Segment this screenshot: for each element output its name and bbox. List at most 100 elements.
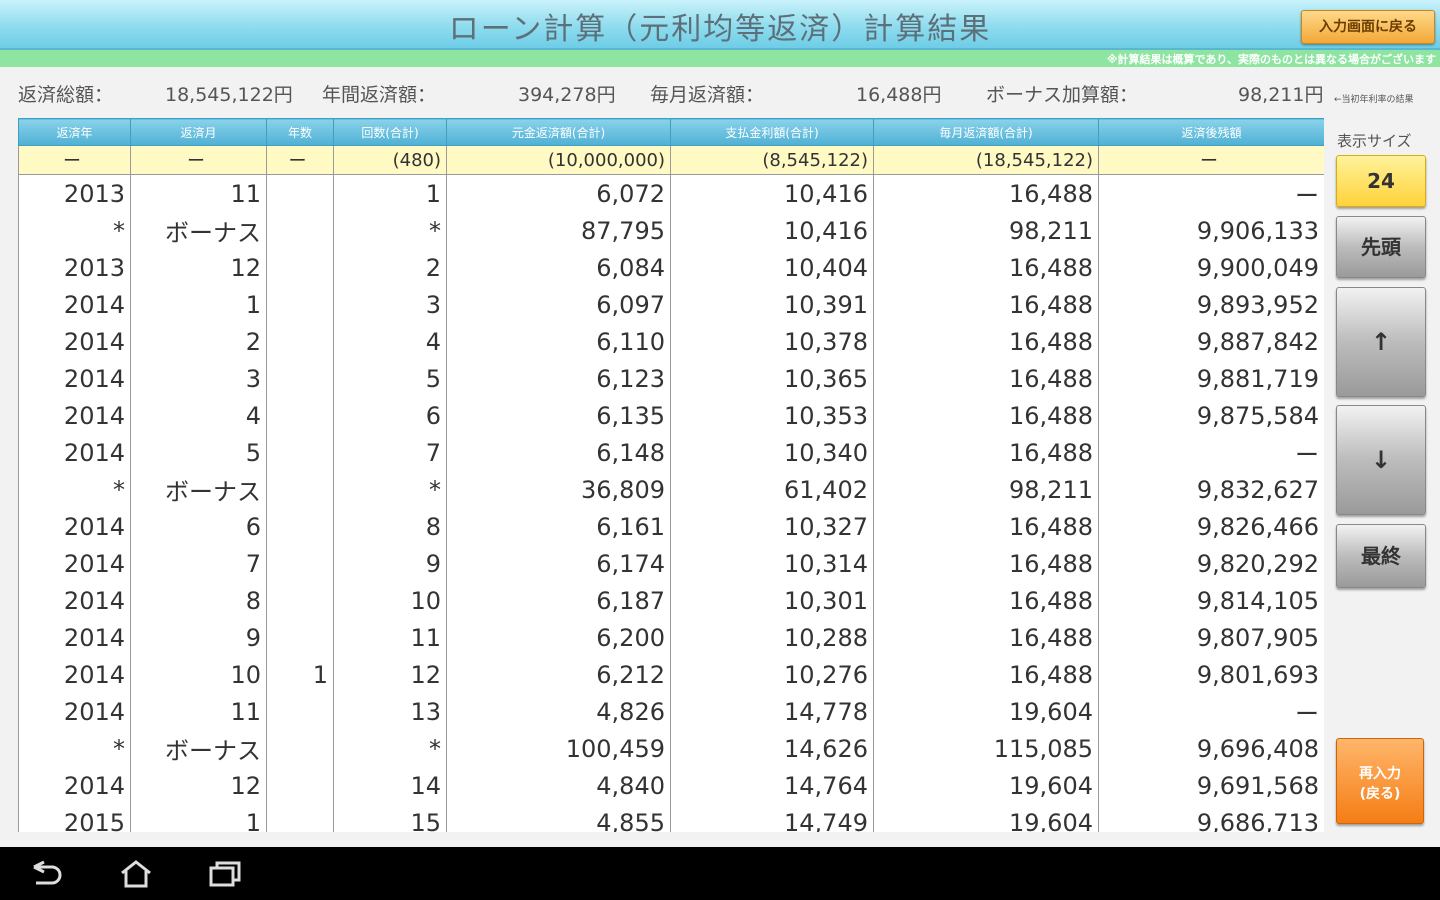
cell-year: * (18, 730, 131, 767)
cell-month: ボーナス (130, 212, 267, 249)
title-bar: ローン計算（元利均等返済）計算結果 入力画面に戻る (0, 0, 1440, 50)
col-header-count: 回数(合計) (333, 118, 447, 146)
back-icon[interactable] (26, 859, 66, 889)
col-header-year: 返済年 (18, 118, 131, 146)
cell-balance: 9,807,905 (1098, 619, 1324, 656)
cell-principal: 6,174 (446, 545, 671, 582)
cell-month: 12 (130, 767, 267, 804)
col-header-interest: 支払金利額(合計) (670, 118, 874, 146)
cell-balance: 9,893,952 (1098, 286, 1324, 323)
cell-year: 2013 (18, 249, 131, 286)
cell-year: 2014 (18, 545, 131, 582)
cell-interest: 14,626 (670, 730, 874, 767)
scroll-up-button[interactable]: ↑ (1336, 287, 1426, 397)
cell-balance: 9,820,292 (1098, 545, 1324, 582)
table-row: 2014 4 6 6,135 10,353 16,488 9,875,584 (18, 397, 1324, 434)
table-row: 2014 12 14 4,840 14,764 19,604 9,691,568 (18, 767, 1324, 804)
cell-interest: 10,327 (670, 508, 874, 545)
cell-year: 2014 (18, 434, 131, 471)
cell-balance: 9,875,584 (1098, 397, 1324, 434)
cell-interest: 10,353 (670, 397, 874, 434)
cell-year: 2014 (18, 286, 131, 323)
total-label: 返済総額： (18, 84, 114, 106)
cell-years (266, 508, 334, 545)
cell-interest: 14,749 (670, 804, 874, 832)
cell-month: 11 (130, 174, 267, 212)
total-value: 18,545,122円 (165, 84, 293, 106)
first-button[interactable]: 先頭 (1336, 216, 1426, 278)
cell-principal: 6,110 (446, 323, 671, 360)
cell-month: 11 (130, 693, 267, 730)
cell-principal: 6,161 (446, 508, 671, 545)
cell-years (266, 212, 334, 249)
cell-count: * (333, 730, 447, 767)
cell-year: 2015 (18, 804, 131, 832)
cell-year: 2014 (18, 397, 131, 434)
cell-principal: 6,200 (446, 619, 671, 656)
cell-payment: 16,488 (873, 174, 1099, 212)
cell-count: 3 (333, 286, 447, 323)
cell-principal: 6,072 (446, 174, 671, 212)
reenter-button[interactable]: 再入力 (戻る) (1336, 738, 1424, 824)
cell-count: 9 (333, 545, 447, 582)
cell-years: 1 (266, 656, 334, 693)
cell-years (266, 693, 334, 730)
last-button[interactable]: 最終 (1336, 524, 1426, 588)
cell-balance: 9,801,693 (1098, 656, 1324, 693)
cell-payment: 16,488 (873, 397, 1099, 434)
table-row: 2014 6 8 6,161 10,327 16,488 9,826,466 (18, 508, 1324, 545)
result-table[interactable]: 返済年 返済月 年数 回数(合計) 元金返済額(合計) 支払金利額(合計) 毎月… (18, 118, 1324, 832)
bonus-value: 98,211円 (1238, 84, 1324, 106)
cell-count: 7 (333, 434, 447, 471)
reenter-label-2: (戻る) (1359, 786, 1401, 802)
cell-balance: ー (1098, 693, 1324, 730)
cell-year: 2014 (18, 767, 131, 804)
cell-years (266, 286, 334, 323)
cell-principal: 6,187 (446, 582, 671, 619)
cell-balance: 9,881,719 (1098, 360, 1324, 397)
cell-years (266, 174, 334, 212)
cell-years (266, 730, 334, 767)
home-icon[interactable] (116, 859, 156, 889)
cell-count: 14 (333, 767, 447, 804)
cell-year: 2014 (18, 582, 131, 619)
cell-years (266, 249, 334, 286)
table-header: 返済年 返済月 年数 回数(合計) 元金返済額(合計) 支払金利額(合計) 毎月… (18, 118, 1324, 146)
recent-apps-icon[interactable] (206, 859, 246, 889)
cell-year: 2014 (18, 323, 131, 360)
cell-count: 8 (333, 508, 447, 545)
totals-row: ー ー ー (480) (10,000,000) (8,545,122) (18… (18, 145, 1324, 175)
table-row: 2014 7 9 6,174 10,314 16,488 9,820,292 (18, 545, 1324, 582)
cell-count: 5 (333, 360, 447, 397)
cell-count: 11 (333, 619, 447, 656)
display-size-button[interactable]: 24 (1336, 155, 1426, 207)
cell-interest: 10,378 (670, 323, 874, 360)
cell-payment: 16,488 (873, 249, 1099, 286)
scroll-down-button[interactable]: ↓ (1336, 405, 1426, 515)
cell-years (266, 471, 334, 508)
cell-principal: 6,148 (446, 434, 671, 471)
cell-year: 2014 (18, 508, 131, 545)
total-cell: ー (18, 145, 131, 175)
table-row: 2013 11 1 6,072 10,416 16,488 ー (18, 174, 1324, 212)
cell-years (266, 323, 334, 360)
cell-count: * (333, 212, 447, 249)
total-cell: ー (1098, 145, 1324, 175)
total-cell: (10,000,000) (446, 145, 671, 175)
cell-interest: 10,391 (670, 286, 874, 323)
cell-principal: 87,795 (446, 212, 671, 249)
cell-year: 2014 (18, 656, 131, 693)
cell-month: 1 (130, 286, 267, 323)
annual-value: 394,278円 (518, 84, 616, 106)
back-to-input-button[interactable]: 入力画面に戻る (1301, 10, 1435, 44)
col-header-payment: 毎月返済額(合計) (873, 118, 1099, 146)
cell-interest: 10,314 (670, 545, 874, 582)
cell-count: 15 (333, 804, 447, 832)
cell-payment: 16,488 (873, 619, 1099, 656)
cell-balance: ー (1098, 434, 1324, 471)
cell-month: 10 (130, 656, 267, 693)
cell-payment: 98,211 (873, 471, 1099, 508)
cell-interest: 10,404 (670, 249, 874, 286)
cell-payment: 115,085 (873, 730, 1099, 767)
table-row: 2014 5 7 6,148 10,340 16,488 ー (18, 434, 1324, 471)
